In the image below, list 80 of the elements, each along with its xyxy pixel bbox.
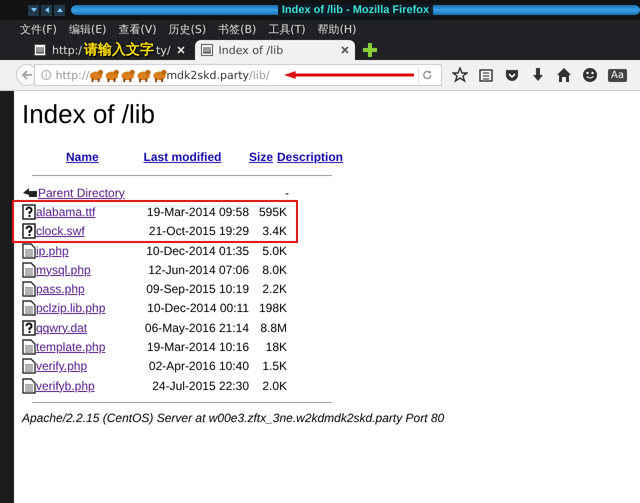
pocket-icon[interactable]: [504, 67, 520, 83]
question-file-icon: [22, 204, 36, 220]
date-text: 10-Dec-2014 00:11: [147, 301, 249, 316]
download-icon[interactable]: [530, 67, 546, 83]
info-icon: [41, 69, 52, 81]
document-icon: [22, 378, 36, 394]
file-link[interactable]: pass.php: [36, 282, 124, 296]
file-link[interactable]: clock.swf: [36, 224, 124, 238]
file-link[interactable]: ip.php: [36, 244, 124, 258]
size-text: 8.0K: [262, 262, 287, 277]
file-link[interactable]: mysql.php: [36, 262, 124, 277]
tab-title[interactable]: http:/: [52, 44, 82, 56]
date-text: 12-Jun-2014 07:06: [148, 262, 249, 277]
document-icon: [22, 281, 36, 298]
menu-item[interactable]: 编辑(E): [68, 22, 106, 37]
size-text: 595K: [258, 204, 287, 219]
reading-list-icon[interactable]: [478, 67, 494, 83]
back-arrow-icon: [21, 69, 33, 81]
annotation-label: 请输入文字: [84, 41, 154, 59]
column-header-link[interactable]: Name: [22, 150, 122, 164]
size-text: 5.0K: [262, 244, 287, 258]
window-title: Index of /lib - Mozilla Firefox: [278, 4, 434, 16]
file-link[interactable]: verify.php: [36, 359, 124, 374]
column-header-link[interactable]: Size: [243, 150, 273, 164]
menu-item[interactable]: 工具(T): [268, 22, 306, 37]
menu-item[interactable]: 历史(S): [168, 22, 206, 37]
menu-item[interactable]: 查看(V): [118, 22, 157, 37]
document-icon: [22, 300, 36, 316]
question-file-icon: [22, 223, 36, 240]
menu-item[interactable]: 书签(B): [218, 22, 256, 37]
menu-item[interactable]: 帮助(H): [318, 22, 356, 37]
size-text: 1.5K: [262, 359, 287, 374]
reader-button[interactable]: Aa: [608, 68, 627, 82]
tab-background[interactable]: Index of /lib: [194, 40, 355, 60]
page-heading: Index of /lib: [22, 99, 156, 130]
size-text: 198K: [258, 301, 287, 316]
date-text: 09-Sep-2015 10:19: [146, 282, 249, 296]
file-link[interactable]: verifyb.php: [36, 378, 124, 393]
file-link[interactable]: template.php: [36, 340, 124, 354]
star-icon[interactable]: [452, 67, 468, 83]
date-text: 21-Oct-2015 19:29: [148, 224, 249, 238]
size-text: 8.8M: [260, 320, 287, 335]
date-text: 02-Apr-2016 10:40: [148, 359, 249, 374]
question-file-icon: [22, 320, 36, 336]
date-text: 19-Mar-2014 10:16: [146, 340, 249, 354]
size-text: 2.0K: [262, 378, 287, 393]
size-text: 3.4K: [262, 224, 287, 238]
new-tab-icon[interactable]: [362, 43, 377, 57]
server-signature: Apache/2.2.15 (CentOS) Server at w00e3.zftx_3ne.w2kdmdk2skd.party Port 80: [22, 411, 446, 426]
smiley-icon[interactable]: [582, 67, 598, 83]
minimize-icon[interactable]: [28, 4, 39, 16]
reload-icon[interactable]: [422, 69, 434, 81]
document-icon: [22, 339, 36, 356]
column-header-link[interactable]: Last modified: [122, 150, 243, 164]
shade-icon[interactable]: [41, 4, 52, 16]
date-text: 24-Jul-2015 22:30: [152, 378, 249, 393]
file-link[interactable]: pclzip.lib.php: [36, 301, 124, 316]
size-text: 2.2K: [262, 282, 287, 296]
date-text: 06-May-2016 21:14: [144, 320, 249, 335]
date-text: 19-Mar-2014 09:58: [146, 204, 249, 219]
size-text: -: [285, 186, 289, 200]
document-icon: [22, 358, 36, 374]
file-link[interactable]: Parent Directory: [38, 186, 126, 200]
address-bar[interactable]: http:// mdk2skd.party/lib/: [34, 64, 442, 86]
home-icon[interactable]: [556, 67, 572, 83]
back-arrow-icon: [22, 186, 38, 200]
favicon-icon: [200, 44, 213, 56]
maximize-icon[interactable]: [54, 4, 65, 16]
document-icon: [22, 262, 36, 278]
file-link[interactable]: alabama.ttf: [36, 204, 124, 219]
tab-title[interactable]: Index of /lib: [218, 44, 284, 56]
document-icon: [22, 242, 36, 259]
column-header-link[interactable]: Description: [277, 150, 344, 164]
tab-title[interactable]: ty/: [156, 44, 171, 56]
menu-item[interactable]: 文件(F): [20, 22, 57, 37]
date-text: 10-Dec-2014 01:35: [146, 244, 249, 258]
close-icon[interactable]: [340, 46, 349, 54]
file-link[interactable]: qqwry.dat: [36, 320, 124, 335]
size-text: 18K: [266, 340, 287, 354]
favicon-icon: [34, 44, 46, 56]
